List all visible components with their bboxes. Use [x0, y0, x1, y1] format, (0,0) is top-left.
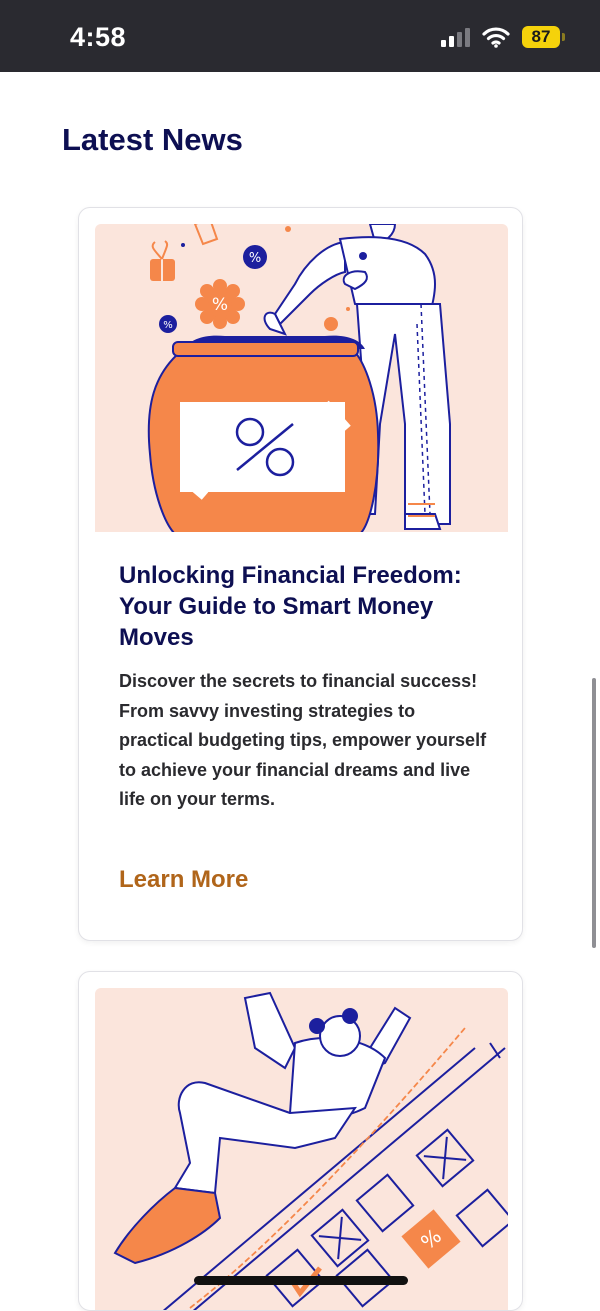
scrollbar[interactable]: [592, 678, 596, 948]
signal-icon: [441, 27, 470, 47]
wifi-icon: [482, 27, 510, 48]
news-card[interactable]: % % % Unlocking Financial Freedom: Your …: [78, 207, 523, 941]
article-title[interactable]: Unlocking Financial Freedom: Your Guide …: [119, 560, 489, 653]
battery-icon: 87: [522, 26, 565, 48]
svg-text:%: %: [249, 251, 261, 266]
gift-icon: [150, 240, 175, 281]
status-icons: 87: [441, 26, 565, 48]
learn-more-link[interactable]: Learn More: [119, 866, 248, 894]
svg-text:%: %: [212, 295, 228, 315]
svg-text:%: %: [163, 320, 173, 331]
status-time: 4:58: [70, 22, 127, 52]
battery-level: 87: [531, 27, 551, 46]
article-summary: Discover the secrets to financial succes…: [119, 671, 487, 809]
news-card[interactable]: %: [78, 971, 523, 1311]
status-bar: 4:58 87: [0, 0, 600, 72]
home-indicator[interactable]: [194, 1276, 408, 1285]
calculator-illustration: %: [95, 988, 508, 1310]
percentage-jar-illustration: % % %: [95, 224, 508, 532]
section-title: Latest News: [62, 122, 243, 157]
